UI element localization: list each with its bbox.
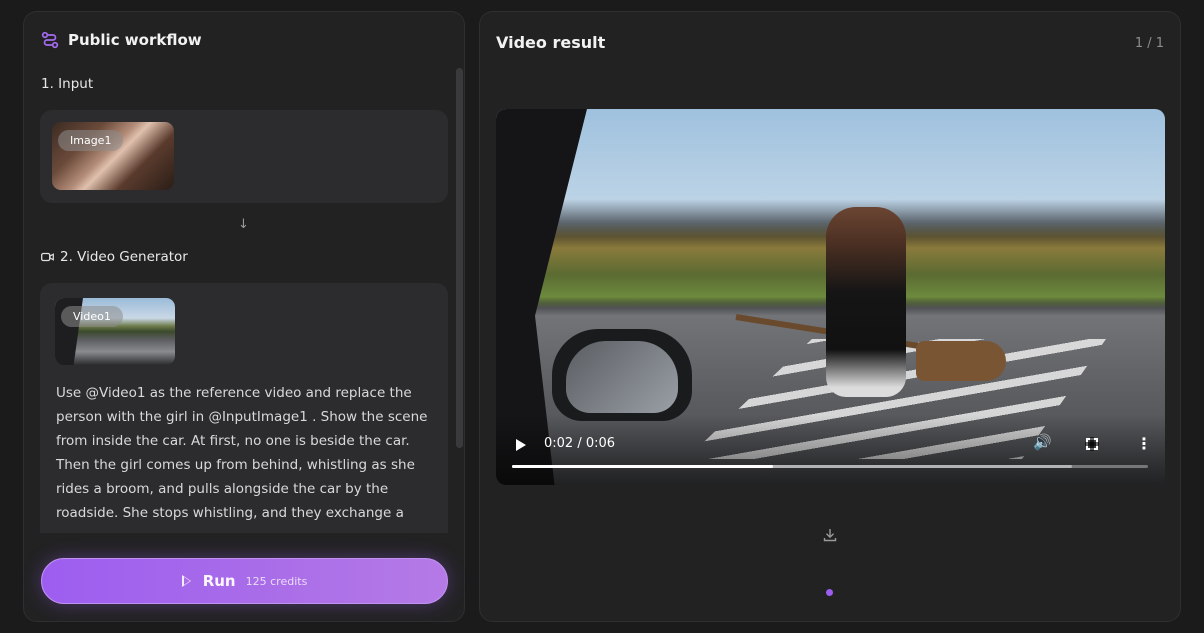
pagination-dot[interactable] (826, 589, 833, 596)
arrow-down-icon: ↓ (238, 217, 249, 232)
video-progress-track[interactable] (512, 465, 1148, 468)
step-video-generator-title: 2. Video Generator (41, 249, 188, 265)
input-image-thumbnail[interactable]: Image1 (52, 122, 174, 190)
reference-video-thumbnail[interactable]: Video1 (55, 298, 175, 365)
video-label-pill: Video1 (61, 306, 123, 327)
run-credits: 125 credits (245, 574, 308, 588)
workflow-icon (41, 31, 59, 49)
video-frame-broom-bristles (916, 341, 1006, 381)
video-player[interactable]: 0:02 / 0:06 🔊 ⋮ (496, 109, 1165, 485)
video-controls: 0:02 / 0:06 🔊 ⋮ (496, 415, 1165, 485)
video-frame-person (826, 207, 906, 397)
result-panel: Video result 1 / 1 0:02 / 0:06 🔊 ⋮ (479, 11, 1181, 622)
volume-icon[interactable]: 🔊 (1033, 433, 1052, 451)
video-progress-fill (512, 465, 773, 468)
result-counter: 1 / 1 (1134, 36, 1164, 51)
scrollbar-thumb[interactable] (456, 68, 463, 448)
prompt-text[interactable]: Use @Video1 as the reference video and r… (56, 381, 436, 525)
run-button-label: Run (202, 572, 236, 590)
step-input-title: 1. Input (41, 76, 94, 92)
play-icon[interactable] (516, 439, 526, 451)
download-icon[interactable] (823, 528, 837, 546)
video-camera-icon (41, 252, 54, 262)
more-options-icon[interactable]: ⋮ (1136, 434, 1152, 453)
workflow-panel: Public workflow 1. Input Image1 ↓ 2. Vid… (23, 11, 465, 622)
step-video-generator-label: 2. Video Generator (60, 249, 188, 265)
workflow-header: Public workflow (41, 31, 202, 49)
video-generator-card: Video1 Use @Video1 as the reference vide… (40, 283, 448, 533)
image-label-pill: Image1 (58, 130, 124, 151)
play-icon (181, 575, 191, 587)
input-card: Image1 (40, 110, 448, 203)
fullscreen-icon[interactable] (1085, 437, 1099, 451)
video-frame-mirror-glass (566, 341, 678, 413)
result-title: Video result (496, 33, 606, 52)
video-time: 0:02 / 0:06 (544, 436, 616, 451)
run-button[interactable]: Run 125 credits (41, 558, 448, 604)
workflow-title: Public workflow (68, 31, 202, 49)
